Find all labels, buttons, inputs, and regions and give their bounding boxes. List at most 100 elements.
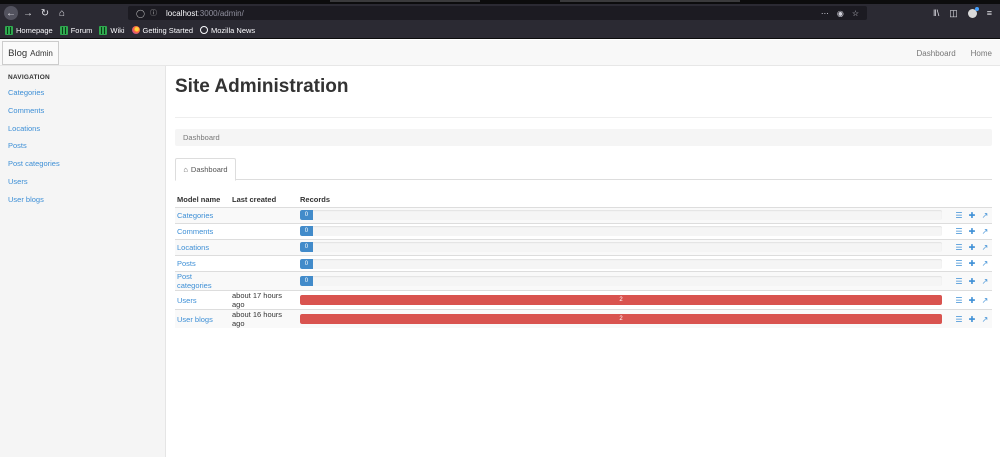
records-progress-bar: 0 [300, 276, 942, 287]
last-created-cell [230, 255, 298, 272]
records-count: 0 [304, 244, 309, 251]
external-link-icon[interactable]: ↗ [980, 296, 990, 305]
model-link[interactable]: User blogs [177, 315, 213, 324]
table-row: Post categories 0 ☰ ✚ ↗ [175, 271, 992, 291]
forward-arrow-icon[interactable]: → [21, 6, 35, 20]
external-link-icon[interactable]: ↗ [980, 259, 990, 268]
column-header: Last created [230, 192, 298, 208]
last-created-cell: about 17 hours ago [230, 290, 298, 310]
pocket-icon[interactable]: ◉ [837, 9, 844, 18]
bookmark-getting-started[interactable]: Getting Started [131, 26, 193, 35]
records-count: 2 [619, 316, 623, 323]
sidebar-item-locations[interactable]: Locations [8, 124, 157, 142]
bookmark-forum[interactable]: Forum [59, 25, 92, 35]
column-header: Model name [175, 192, 230, 208]
external-link-icon[interactable]: ↗ [980, 243, 990, 252]
back-arrow-icon[interactable]: ← [4, 6, 18, 20]
list-icon[interactable]: ☰ [954, 259, 964, 268]
brand-link[interactable]: Blog Admin [2, 41, 59, 65]
external-link-icon[interactable]: ↗ [980, 211, 990, 220]
last-created-cell [230, 271, 298, 291]
top-navbar: Blog Admin Dashboard Home [0, 40, 1000, 66]
model-link[interactable]: Comments [177, 227, 213, 236]
bookmark-mozilla-news[interactable]: Mozilla News [200, 26, 255, 35]
records-progress-bar: 0 [300, 242, 942, 253]
menu-icon[interactable]: ≡ [987, 8, 992, 18]
nav-home-link[interactable]: Home [971, 49, 992, 58]
bookmark-wiki[interactable]: Wiki [99, 25, 125, 35]
list-icon[interactable]: ☰ [954, 243, 964, 252]
last-created-cell: about 16 hours ago [230, 309, 298, 329]
nav-dashboard-link[interactable]: Dashboard [917, 49, 956, 58]
browser-toolbar: ← → ↻ ⌂ ◯ ⓘ localhost:3000/admin/ ⋯ ◉ ☆ … [0, 4, 1000, 22]
records-progress-fill: 2 [300, 314, 942, 325]
last-created-cell [230, 238, 298, 256]
shield-icon[interactable]: ◯ [136, 9, 146, 18]
external-link-icon[interactable]: ↗ [980, 227, 990, 236]
table-row: Comments 0 ☰ ✚ ↗ [175, 222, 992, 240]
model-link[interactable]: Posts [177, 259, 196, 268]
info-icon[interactable]: ⓘ [150, 8, 160, 18]
list-icon[interactable]: ☰ [954, 296, 964, 305]
external-link-icon[interactable]: ↗ [980, 277, 990, 286]
records-progress-bar: 0 [300, 226, 942, 237]
records-progress-fill: 0 [300, 258, 313, 269]
home-icon[interactable]: ⌂ [55, 6, 69, 20]
list-icon[interactable]: ☰ [954, 315, 964, 324]
external-link-icon[interactable]: ↗ [980, 315, 990, 324]
home-icon: ⌂ [183, 165, 188, 174]
plus-icon[interactable]: ✚ [967, 315, 977, 324]
bookmark-star-icon[interactable]: ☆ [852, 9, 859, 18]
sidebar-toggle-icon[interactable]: ◫ [949, 8, 958, 19]
plus-icon[interactable]: ✚ [967, 277, 977, 286]
table-row: Posts 0 ☰ ✚ ↗ [175, 255, 992, 272]
reload-icon[interactable]: ↻ [38, 6, 52, 20]
plus-icon[interactable]: ✚ [967, 259, 977, 268]
model-link[interactable]: Post categories [177, 272, 212, 290]
records-progress-fill: 2 [300, 295, 942, 306]
manjaro-icon [59, 25, 68, 35]
plus-icon[interactable]: ✚ [967, 227, 977, 236]
page-title: Site Administration [175, 76, 349, 97]
sidebar-item-categories[interactable]: Categories [8, 88, 157, 106]
library-icon[interactable]: ‖\ [933, 8, 939, 18]
table-row: User blogs about 16 hours ago 2 ☰ ✚ ↗ [175, 309, 992, 329]
url-bar[interactable]: ◯ ⓘ localhost:3000/admin/ ⋯ ◉ ☆ [128, 6, 867, 20]
model-link[interactable]: Locations [177, 243, 209, 252]
last-created-cell [230, 222, 298, 240]
account-icon[interactable] [967, 6, 979, 18]
breadcrumb: Dashboard [175, 129, 992, 146]
manjaro-icon [5, 25, 13, 35]
records-count: 0 [304, 228, 309, 235]
bookmarks-bar: Homepage Forum Wiki Getting Started Mozi… [0, 22, 1000, 39]
last-created-cell [230, 206, 298, 224]
sidebar-item-user-blogs[interactable]: User blogs [8, 195, 157, 213]
page-actions-icon[interactable]: ⋯ [821, 9, 829, 18]
model-link[interactable]: Categories [177, 211, 213, 220]
sidebar-item-post-categories[interactable]: Post categories [8, 159, 157, 177]
sidebar: NAVIGATION Categories Comments Locations… [0, 66, 166, 457]
records-progress-bar: 2 [300, 314, 942, 325]
sidebar-item-users[interactable]: Users [8, 177, 157, 195]
list-icon[interactable]: ☰ [954, 227, 964, 236]
records-progress-bar: 2 [300, 295, 942, 306]
plus-icon[interactable]: ✚ [967, 243, 977, 252]
list-icon[interactable]: ☰ [954, 277, 964, 286]
plus-icon[interactable]: ✚ [967, 296, 977, 305]
sidebar-item-comments[interactable]: Comments [8, 106, 157, 124]
bookmark-homepage[interactable]: Homepage [5, 25, 53, 35]
plus-icon[interactable]: ✚ [967, 211, 977, 220]
tab-dashboard[interactable]: ⌂ Dashboard [175, 158, 236, 181]
sidebar-item-posts[interactable]: Posts [8, 141, 157, 159]
tab-bar: ⌂ Dashboard [175, 158, 992, 181]
records-count: 0 [304, 260, 309, 267]
records-progress-fill: 0 [300, 226, 313, 237]
url-text: localhost:3000/admin/ [166, 8, 244, 18]
list-icon[interactable]: ☰ [954, 211, 964, 220]
records-progress-fill: 0 [300, 242, 313, 253]
model-link[interactable]: Users [177, 296, 197, 305]
firefox-icon [131, 26, 140, 34]
globe-icon [200, 26, 208, 34]
records-progress-bar: 0 [300, 210, 942, 221]
divider [175, 117, 992, 118]
